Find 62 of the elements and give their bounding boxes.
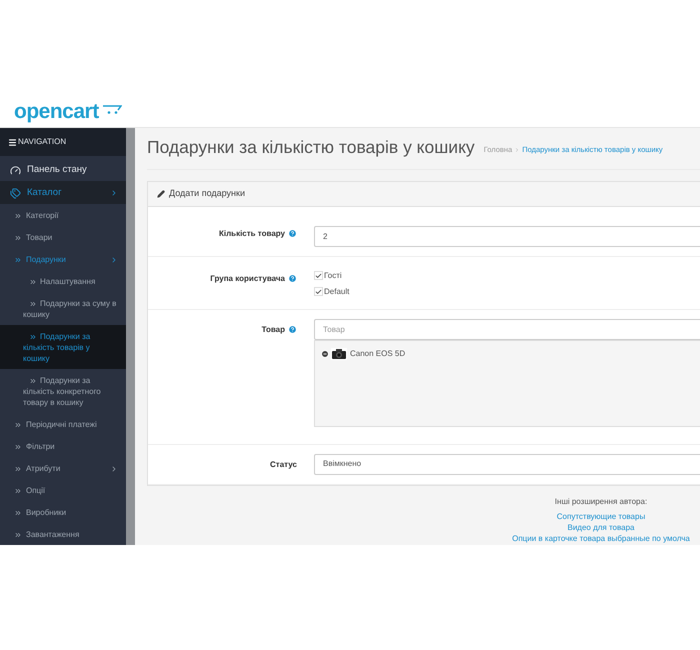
- footer-link[interactable]: Видео для товара: [567, 522, 634, 532]
- input-field[interactable]: 2: [314, 226, 700, 246]
- field-label: Статус: [270, 458, 297, 470]
- remove-icon[interactable]: [321, 350, 329, 358]
- double-chevron-icon: [14, 420, 22, 428]
- chevron-icon: [110, 188, 118, 196]
- field-label: Група користувача: [210, 272, 285, 284]
- sidebar-item[interactable]: Подарунки за кількість товарів у кошику: [0, 325, 126, 369]
- footer-link[interactable]: Сопутствующие товары: [556, 510, 646, 522]
- double-chevron-icon: [29, 300, 37, 308]
- double-chevron-icon: [14, 486, 22, 494]
- separator-icon: [514, 146, 520, 153]
- footer-title: Інші розширення автора:: [554, 496, 648, 506]
- footer-link[interactable]: Опции в карточке товара выбранные по умолча: [512, 532, 690, 544]
- double-chevron-icon: [29, 333, 37, 341]
- double-chevron-icon: [14, 508, 22, 516]
- field-label: Товар: [262, 324, 285, 336]
- chevron-icon: [110, 256, 118, 264]
- pencil-icon: [157, 190, 165, 198]
- sidebar-item[interactable]: Товари: [0, 226, 126, 248]
- search-field[interactable]: Товар: [314, 318, 700, 340]
- sidebar-item[interactable]: Подарунки за суму в кошику: [0, 292, 126, 325]
- double-chevron-icon: [14, 442, 22, 450]
- gauge-icon: [10, 164, 21, 176]
- page-title: Подарунки за кількістю товарів у кошику: [147, 139, 475, 156]
- checkbox[interactable]: [314, 287, 323, 296]
- sidebar-item[interactable]: Панель стану: [0, 158, 126, 181]
- sidebar-item[interactable]: Виробники: [0, 501, 126, 523]
- help-icon[interactable]: [288, 324, 297, 334]
- double-chevron-icon: [29, 278, 37, 286]
- checkbox-label: Default: [324, 286, 350, 298]
- scroll-bar[interactable]: [126, 128, 135, 545]
- help-icon[interactable]: [288, 228, 297, 238]
- sidebar-item[interactable]: Налаштування: [0, 270, 126, 292]
- double-chevron-icon: [29, 377, 37, 385]
- navigation-title: NAVIGATION: [18, 136, 66, 148]
- chevron-icon: [110, 464, 118, 472]
- sidebar-item[interactable]: Періодичні платежі: [0, 413, 126, 435]
- panel-title: Додати подарунки: [169, 186, 245, 200]
- double-chevron-icon: [14, 530, 22, 538]
- double-chevron-icon: [14, 464, 22, 472]
- sidebar-item[interactable]: Каталог: [0, 181, 126, 204]
- sidebar-item[interactable]: Опції: [0, 479, 126, 501]
- sidebar-item[interactable]: Категорії: [0, 204, 126, 226]
- sidebar-item[interactable]: Подарунки за кількість конкретного товару в кошику: [0, 369, 126, 413]
- checkbox-label: Гості: [324, 270, 342, 282]
- menu-icon[interactable]: [8, 138, 17, 146]
- product-name: Canon EOS 5D: [350, 348, 406, 360]
- double-chevron-icon: [14, 234, 22, 242]
- cart-icon: [102, 104, 122, 114]
- select-field[interactable]: Ввімкнено: [314, 454, 700, 474]
- sidebar-item[interactable]: Атрибути: [0, 457, 126, 479]
- sidebar-item[interactable]: Завантаження: [0, 523, 126, 545]
- help-icon[interactable]: [288, 274, 297, 282]
- tags-icon: [10, 188, 21, 198]
- sidebar-item[interactable]: Фільтри: [0, 435, 126, 457]
- double-chevron-icon: [14, 212, 22, 220]
- sidebar-item[interactable]: Подарунки: [0, 248, 126, 270]
- field-label: Кількість товару: [218, 228, 285, 240]
- checkbox[interactable]: [314, 271, 323, 280]
- double-chevron-icon: [14, 256, 22, 264]
- logo[interactable]: opencart: [14, 100, 99, 122]
